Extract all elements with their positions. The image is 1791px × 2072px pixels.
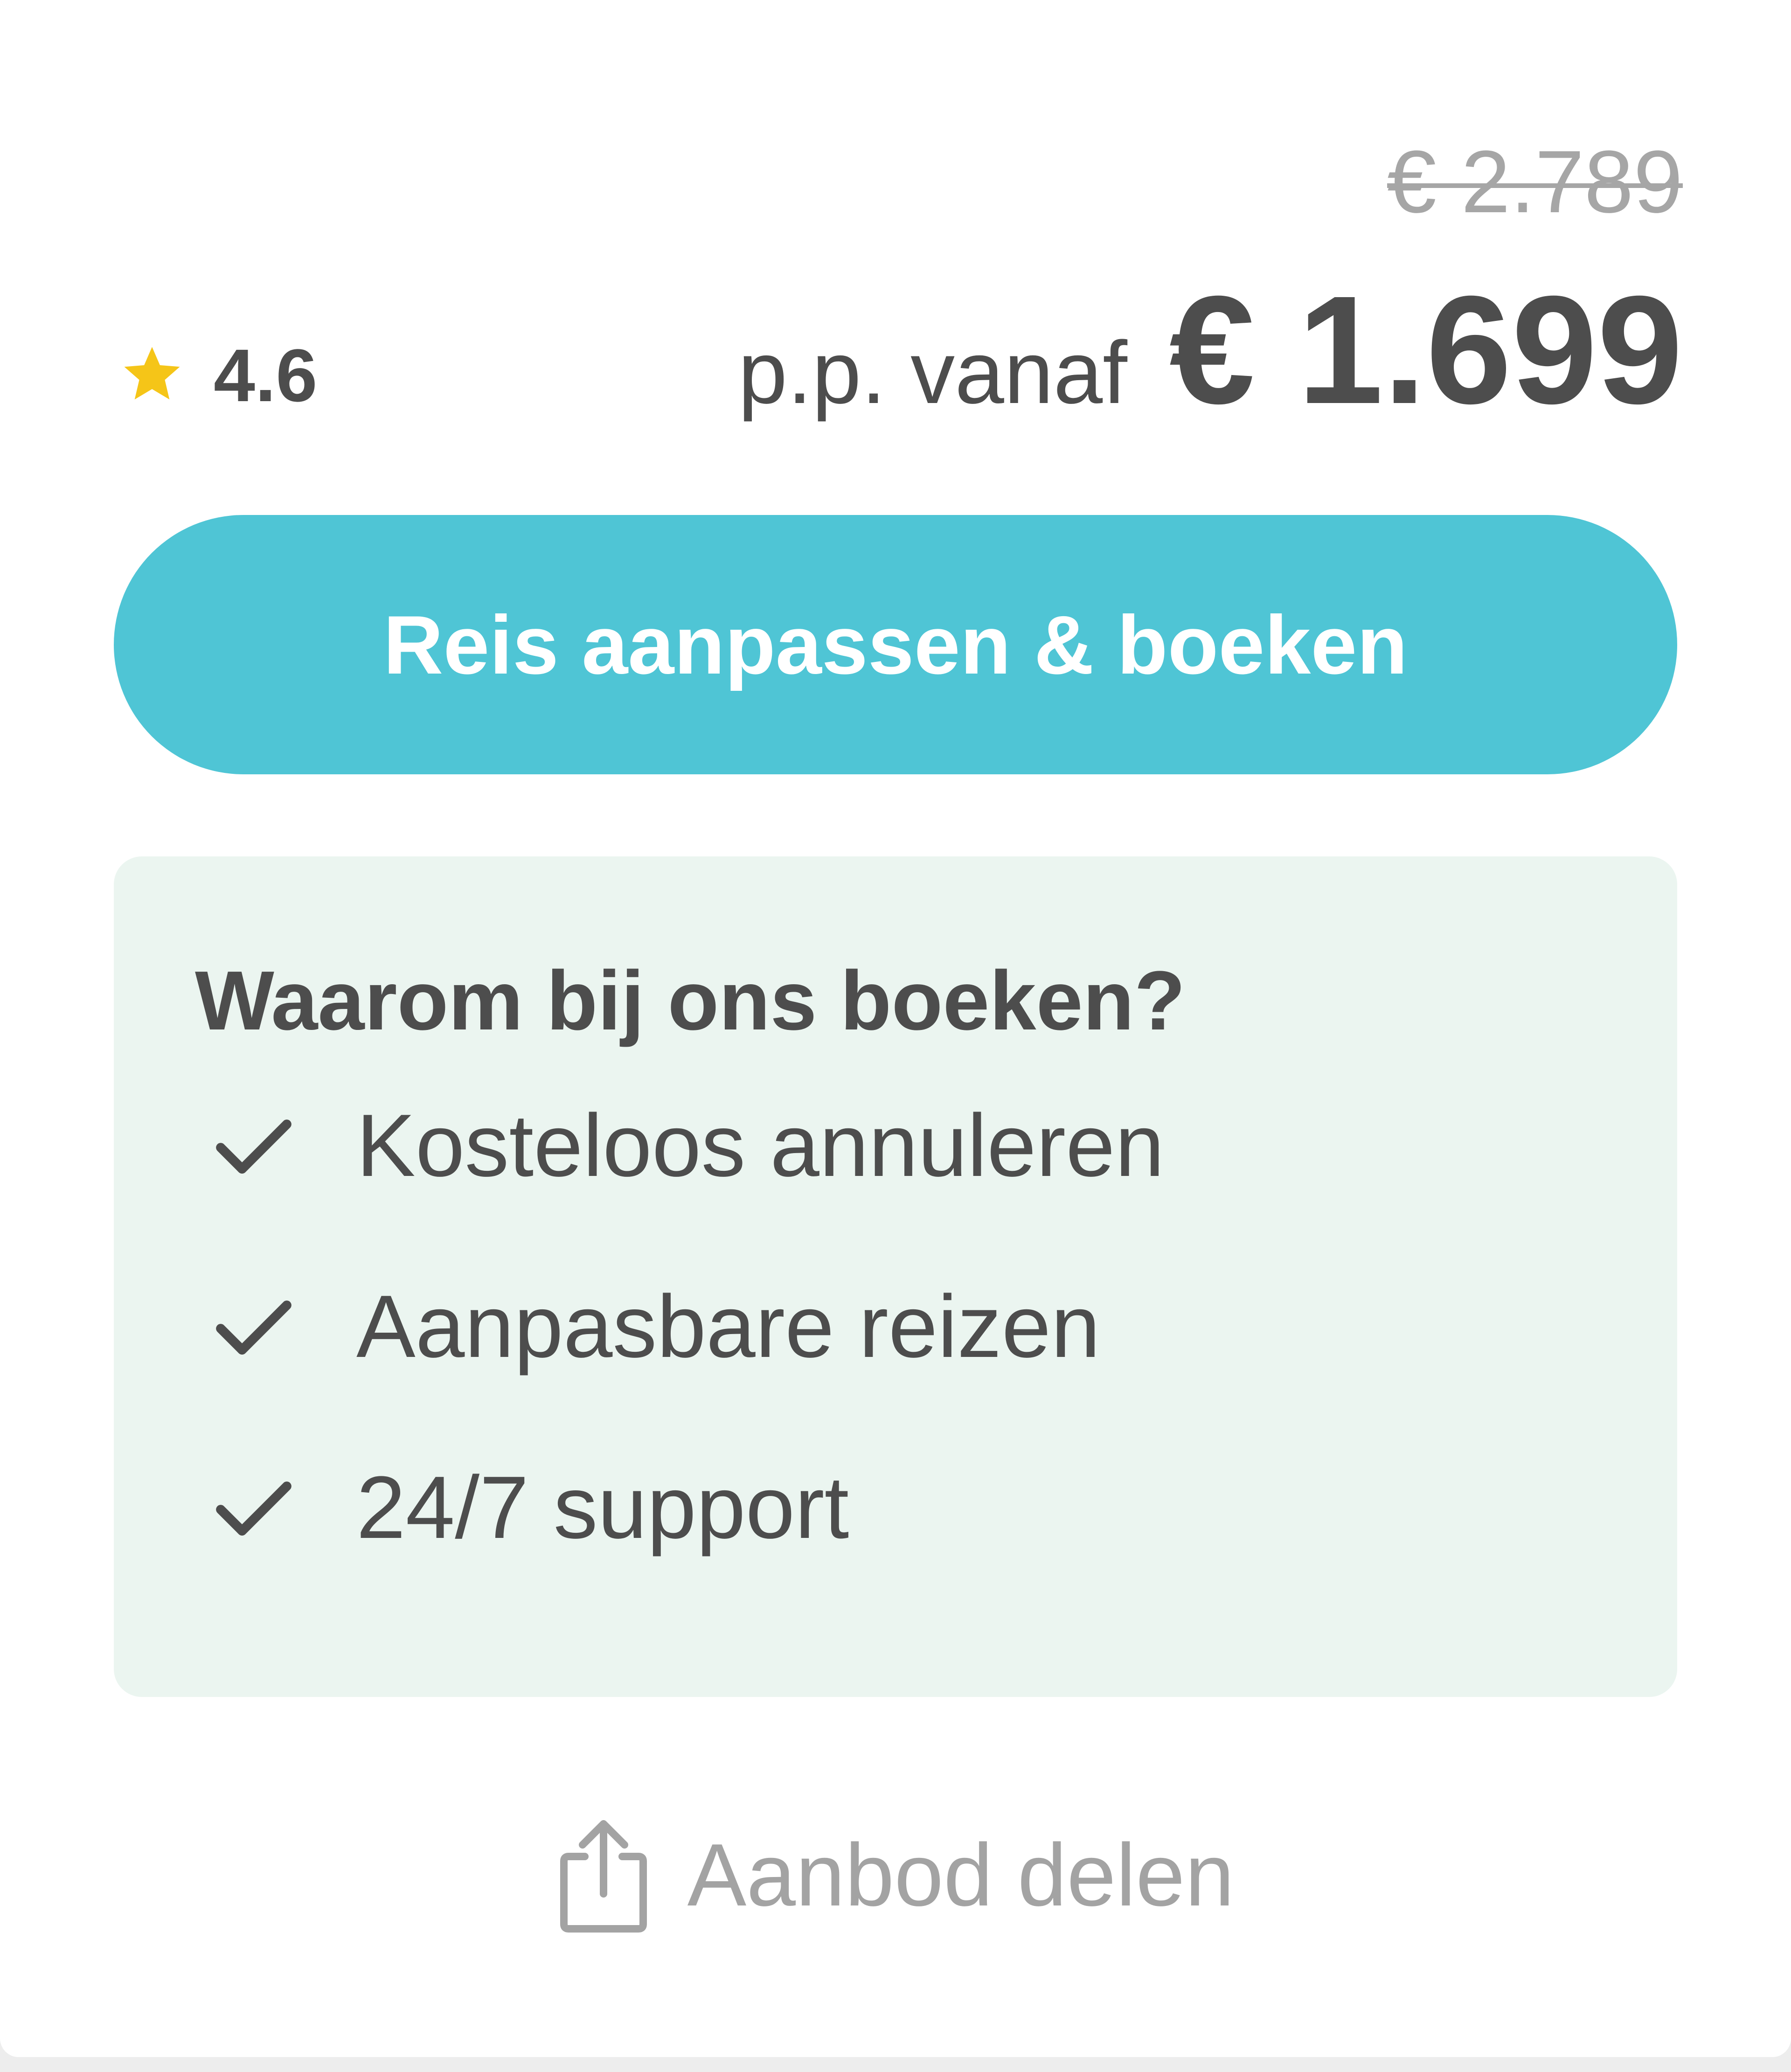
current-price: € 1.699 xyxy=(1169,264,1683,436)
check-icon xyxy=(216,1119,292,1174)
benefits-panel: Waarom bij ons boeken? Kosteloos annuler… xyxy=(114,856,1677,1697)
rating-value: 4.6 xyxy=(214,334,318,417)
benefit-label: Aanpasbare reizen xyxy=(356,1277,1100,1376)
share-icon xyxy=(560,1820,647,1933)
star-icon xyxy=(124,347,180,400)
original-price: € 2.789 xyxy=(1387,132,1683,231)
book-trip-button[interactable]: Reis aanpassen & boeken xyxy=(114,515,1677,774)
rating: 4.6 xyxy=(119,336,317,415)
benefit-item: Aanpasbare reizen xyxy=(207,1271,1100,1383)
check-icon xyxy=(216,1300,292,1355)
benefit-item: Kosteloos annuleren xyxy=(207,1090,1164,1202)
price-card: € 2.789 4.6 p.p. vanaf € 1.699 Reis aanp… xyxy=(0,0,1791,2057)
share-label: Aanbod delen xyxy=(687,1826,1235,1925)
price-row: p.p. vanaf € 1.699 xyxy=(738,261,1683,436)
check-icon xyxy=(216,1481,292,1536)
benefits-title: Waarom bij ons boeken? xyxy=(195,954,1186,1048)
benefit-item: 24/7 support xyxy=(207,1452,849,1564)
price-prefix: p.p. vanaf xyxy=(738,323,1127,422)
share-offer-button[interactable]: Aanbod delen xyxy=(0,1810,1791,1940)
benefit-label: 24/7 support xyxy=(356,1458,849,1557)
benefit-label: Kosteloos annuleren xyxy=(356,1096,1165,1195)
